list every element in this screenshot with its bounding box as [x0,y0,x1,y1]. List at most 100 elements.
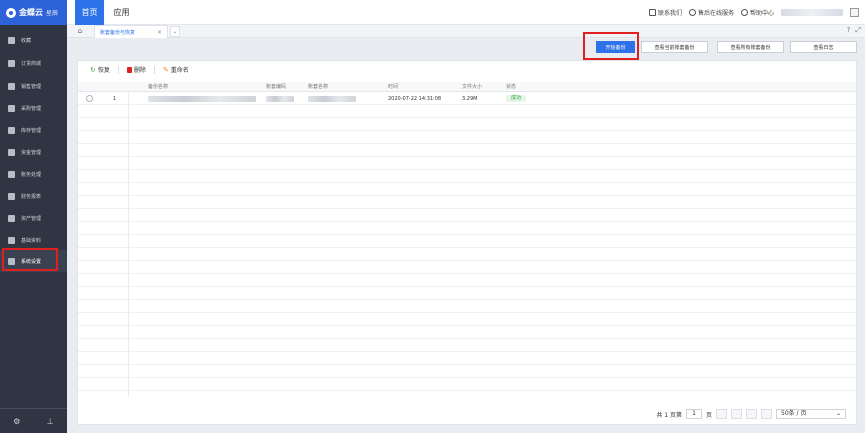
sidebar-item-purchase[interactable]: 采购管理 [0,97,67,119]
restore-icon: ↻ [90,65,96,74]
sidebar-item-favorites[interactable]: 收藏 [0,29,67,51]
delete-button[interactable]: 删除 [126,65,146,74]
status-badge: 成功 [506,95,527,102]
empty-row [78,262,856,274]
help-circle-icon[interactable]: ? [847,26,851,35]
empty-row [78,184,856,196]
close-icon[interactable]: × [157,29,162,36]
row-account-code [266,93,308,104]
wallet-icon [8,148,15,156]
tab-strip: ⌂ 账套备份与恢复 × ⌄ ? ⤢ [67,25,865,38]
empty-row [78,314,856,326]
page-input[interactable]: 1 [685,409,702,419]
first-page-button[interactable] [716,409,727,419]
empty-row [78,353,856,365]
chevron-down-icon: ⌄ [835,410,841,417]
empty-row [78,275,856,287]
empty-row [78,210,856,222]
system-settings-highlight [2,248,58,271]
rename-button[interactable]: ✎ 重命名 [162,65,189,75]
cart-icon [8,59,15,67]
avatar[interactable] [850,8,859,17]
nav-app[interactable]: 应用 [109,0,134,25]
view-all-backup-button[interactable]: 查看所有账套备份 [717,41,784,53]
row-status: 成功 [506,93,546,104]
logo-icon [6,7,16,18]
sidebar-item-assets[interactable]: 资产管理 [0,207,67,229]
trash-icon [126,66,132,73]
backup-table: 备份名称 账套编码 账套名称 时间 文件大小 状态 1 2020-07-22 1… [78,82,856,397]
sidebar-footer: ⚙ ⊥ [0,408,67,433]
row-account-name [308,93,384,104]
view-log-button[interactable]: 查看日志 [790,41,857,53]
user-name[interactable] [781,9,843,16]
next-page-button[interactable] [746,409,757,419]
row-time: 2020-07-22 14:31:08 [388,95,442,102]
start-backup-button[interactable]: 开始备份 [596,41,635,53]
view-current-backup-button[interactable]: 查看当前账套备份 [641,41,708,53]
cart-icon [8,104,15,112]
service-link[interactable]: 售后在线服务 [688,8,734,17]
empty-row [78,132,856,144]
header-status[interactable]: 状态 [506,82,546,91]
sidebar-item-reports[interactable]: 财务报表 [0,185,67,207]
tab-backup-restore[interactable]: 账套备份与恢复 × [94,25,168,38]
database-icon [8,236,15,244]
contact-link[interactable]: 联系我们 [648,8,682,17]
empty-row [78,106,856,118]
empty-row [78,366,856,378]
divider [153,65,155,74]
nav-home[interactable]: 首页 [75,0,104,25]
empty-row [78,236,856,248]
logo[interactable]: 金蝶云 星辰 [0,0,67,25]
row-file-size: 3.29M [462,95,478,102]
help-icon [740,9,748,16]
row-radio[interactable] [86,93,98,104]
row-index: 1 [113,95,117,102]
sidebar-item-funds[interactable]: 资金管理 [0,141,67,163]
sidebar-item-sales[interactable]: 销售管理 [0,75,67,97]
home-icon[interactable]: ⌂ [75,27,85,36]
top-right-menu: 联系我们 售后在线服务 帮助中心 [648,0,859,25]
sidebar-item-inventory[interactable]: 库存管理 [0,119,67,141]
help-link[interactable]: 帮助中心 [740,8,774,17]
headset-icon [688,9,696,16]
asset-icon [8,214,15,222]
star-icon [8,36,15,44]
ledger-icon [8,170,15,178]
table-row[interactable]: 1 2020-07-22 14:31:08 3.29M 成功 [78,93,856,105]
top-bar: 金蝶云 星辰 首页 应用 联系我们 售后在线服务 帮助中心 [0,0,865,25]
table-header: 备份名称 账套编码 账套名称 时间 文件大小 状态 [78,82,856,92]
fullscreen-icon[interactable]: ⤢ [855,26,861,35]
pagination: 共 1 页第 1 页 50条 / 页 ⌄ [78,407,856,421]
restore-button[interactable]: ↻ 恢复 [90,65,110,75]
empty-row [78,340,856,352]
header-backup-name[interactable]: 备份名称 [148,82,266,91]
empty-row [78,223,856,235]
header-file-size[interactable]: 文件大小 [462,82,506,91]
logo-text: 金蝶云 [19,8,43,17]
header-time[interactable]: 时间 [388,82,462,91]
tabstrip-tools: ? ⤢ [847,26,861,35]
prev-page-button[interactable] [731,409,742,419]
chevron-down-icon[interactable]: ⌄ [170,26,180,37]
page-size-select[interactable]: 50条 / 页 ⌄ [776,409,846,419]
sidebar-item-accounting[interactable]: 账务处理 [0,163,67,185]
sidebar-item-mall[interactable]: 订货商城 [0,52,67,74]
last-page-button[interactable] [761,409,772,419]
pager-total: 共 1 页第 [656,411,682,419]
pin-icon[interactable]: ⊥ [34,409,68,433]
chart-icon [8,82,15,90]
empty-row [78,379,856,391]
settings-gear-icon[interactable]: ⚙ [0,409,34,433]
empty-row [78,288,856,300]
header-account-name[interactable]: 账套名称 [308,82,384,91]
backup-panel: ↻ 恢复 删除 ✎ 重命名 备份名称 账套编码 账套名称 时间 文件大小 状态 … [77,60,857,425]
header-account-code[interactable]: 账套编码 [266,82,308,91]
logo-subtext: 星辰 [46,10,59,17]
pencil-icon: ✎ [162,65,169,74]
empty-row [78,249,856,261]
empty-row [78,327,856,339]
box-icon [8,126,15,134]
empty-row [78,301,856,313]
